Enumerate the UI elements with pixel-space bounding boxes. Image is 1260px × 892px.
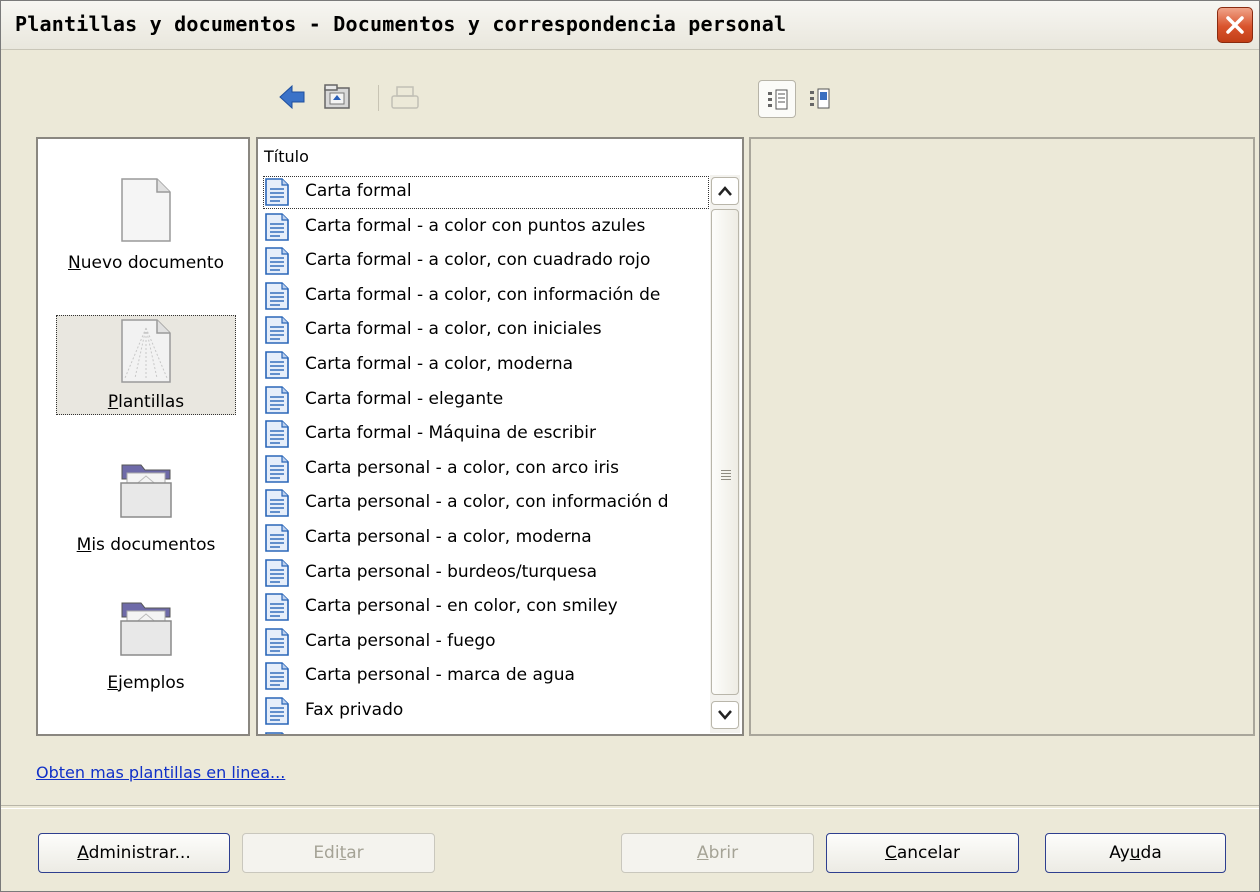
template-row[interactable]: Carta formal - Máquina de escribir	[262, 417, 710, 452]
window-title: Plantillas y documentos - Documentos y c…	[15, 12, 787, 36]
template-row-label: Carta personal - marca de agua	[305, 665, 575, 686]
template-row[interactable]: Carta formal - a color, moderna	[262, 348, 710, 383]
writer-document-icon	[265, 385, 289, 414]
help-button[interactable]: Ayuda	[1045, 833, 1226, 873]
print-icon[interactable]	[390, 85, 420, 111]
writer-document-icon	[265, 454, 289, 483]
template-row[interactable]: Carta personal - a color, con informació…	[262, 486, 710, 521]
template-row-label: Carta formal - a color, moderna	[305, 353, 574, 374]
template-row[interactable]: Carta personal - marca de agua	[262, 659, 710, 694]
chevron-up-icon	[718, 186, 732, 196]
template-list: Carta formal Carta formal - a color con p…	[262, 175, 710, 737]
writer-document-icon	[265, 489, 289, 518]
template-row-label: Fax privado formal	[305, 735, 463, 737]
more-templates-online-link[interactable]: Obten mas plantillas en linea...	[36, 763, 285, 782]
template-row[interactable]: Carta personal - burdeos/turquesa	[262, 556, 710, 591]
template-row-label: Carta formal - a color con puntos azules	[305, 215, 646, 236]
writer-document-icon	[265, 247, 289, 275]
writer-document-icon	[265, 662, 289, 691]
back-arrow-icon[interactable]	[278, 83, 306, 111]
new-document-icon	[121, 178, 171, 242]
template-row[interactable]: Fax privado formal	[262, 729, 710, 737]
close-icon	[1226, 16, 1244, 34]
template-list-panel: Título Carta formal Carta formal - a colo…	[256, 137, 744, 736]
edit-button[interactable]: Editar	[242, 833, 435, 873]
templates-icon	[121, 319, 171, 383]
scroll-thumb[interactable]	[711, 209, 739, 695]
document-view-button[interactable]	[758, 80, 796, 118]
writer-document-icon	[265, 178, 289, 206]
preview-view-button[interactable]	[801, 80, 839, 118]
category-label: Nuevo documento	[68, 253, 224, 273]
preview-panel	[749, 137, 1255, 736]
template-row-label: Carta formal - a color, con cuadrado roj…	[305, 250, 651, 271]
template-row[interactable]: Carta formal - a color, con iniciales	[262, 313, 710, 348]
template-row-label: Fax privado	[305, 699, 404, 720]
writer-document-icon	[265, 697, 289, 725]
folder-icon	[120, 602, 172, 656]
template-row-label: Carta personal - a color, moderna	[305, 526, 592, 547]
category-new-document[interactable]: Nuevo documento	[56, 175, 236, 275]
writer-document-icon	[265, 731, 285, 734]
template-row-label: Carta personal - burdeos/turquesa	[305, 561, 598, 582]
template-row[interactable]: Carta formal - a color con puntos azules	[262, 210, 710, 245]
category-examples[interactable]: Ejemplos	[56, 595, 236, 695]
writer-document-icon	[265, 351, 289, 379]
divider	[1, 805, 1259, 809]
writer-document-icon	[265, 420, 289, 448]
open-button[interactable]: Abrir	[621, 833, 814, 873]
template-row-label: Carta formal - a color, con información …	[305, 284, 661, 305]
chevron-down-icon	[718, 710, 732, 720]
close-button[interactable]	[1217, 7, 1253, 43]
category-my-documents[interactable]: Mis documentos	[56, 457, 236, 557]
template-row[interactable]: Carta personal - fuego	[262, 625, 710, 660]
toolbar-separator	[378, 85, 379, 111]
template-row[interactable]: Carta formal	[262, 175, 710, 210]
writer-document-icon	[265, 558, 289, 587]
template-row[interactable]: Carta formal - a color, con cuadrado roj…	[262, 244, 710, 279]
document-view-icon	[768, 89, 788, 110]
template-row-label: Carta formal - a color, con iniciales	[305, 319, 602, 340]
writer-document-icon	[265, 524, 289, 552]
category-label: Ejemplos	[107, 673, 185, 693]
folder-icon	[120, 464, 172, 518]
template-row[interactable]: Carta formal - a color, con información …	[262, 279, 710, 314]
cancel-button[interactable]: Cancelar	[826, 833, 1019, 873]
title-bar: Plantillas y documentos - Documentos y c…	[1, 1, 1259, 50]
vertical-scrollbar[interactable]	[710, 175, 740, 733]
category-label: Mis documentos	[76, 535, 216, 555]
scroll-down-button[interactable]	[711, 701, 739, 729]
template-row-label: Carta formal - Máquina de escribir	[305, 423, 596, 444]
template-row-label: Carta formal	[305, 181, 412, 201]
template-row[interactable]: Fax privado	[262, 694, 710, 729]
template-row-label: Carta personal - fuego	[305, 630, 496, 651]
column-header-title[interactable]: Título	[258, 139, 714, 172]
category-templates[interactable]: Plantillas	[56, 315, 236, 415]
template-row[interactable]: Carta personal - a color, moderna	[262, 521, 710, 556]
writer-document-icon	[265, 212, 289, 241]
template-row-label: Carta personal - a color, con arco iris	[305, 457, 620, 478]
template-row-label: Carta personal - en color, con smiley	[305, 596, 618, 617]
templates-dialog: Plantillas y documentos - Documentos y c…	[0, 0, 1260, 892]
template-row[interactable]: Carta personal - en color, con smiley	[262, 590, 710, 625]
preview-view-icon	[810, 88, 830, 109]
writer-document-icon	[265, 281, 289, 310]
scroll-up-button[interactable]	[711, 177, 739, 205]
template-row-label: Carta formal - elegante	[305, 388, 504, 409]
writer-document-icon	[265, 593, 289, 621]
categories-panel: Nuevo documento Plantillas Mis documento…	[36, 137, 250, 736]
manage-button[interactable]: Administrar...	[38, 833, 230, 873]
template-row-label: Carta personal - a color, con informació…	[305, 492, 669, 513]
category-label: Plantillas	[107, 392, 185, 412]
template-row[interactable]: Carta personal - a color, con arco iris	[262, 452, 710, 487]
scroll-grip	[721, 470, 731, 482]
writer-document-icon	[265, 627, 289, 656]
writer-document-icon	[265, 316, 289, 345]
folder-up-icon[interactable]	[323, 83, 353, 111]
template-row[interactable]: Carta formal - elegante	[262, 383, 710, 418]
